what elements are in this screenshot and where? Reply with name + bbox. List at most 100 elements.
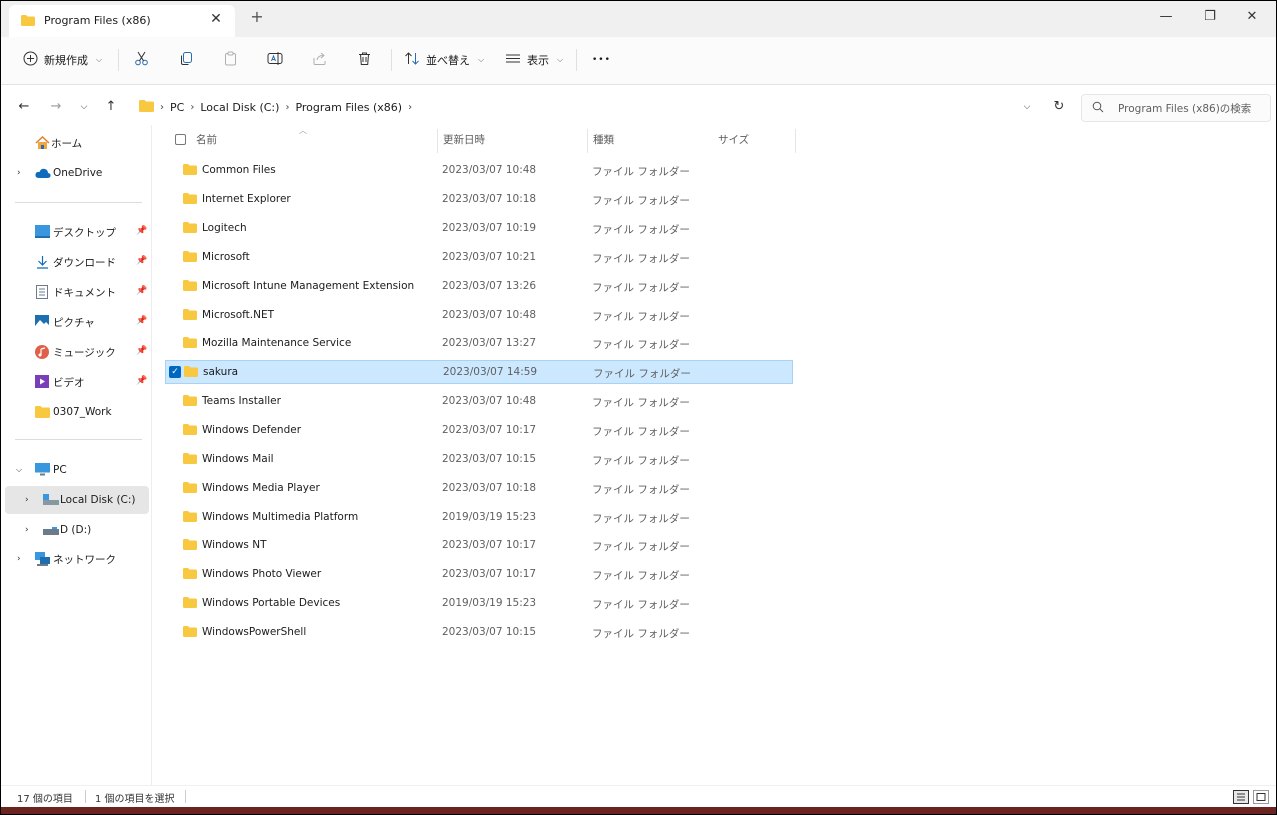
toolbar-divider	[118, 49, 119, 71]
sidebar-item-local-disk[interactable]: › Local Disk (C:)	[5, 486, 149, 514]
column-divider[interactable]	[437, 129, 438, 153]
view-button[interactable]: 表示 ⌵	[505, 47, 563, 73]
sidebar-item-music[interactable]: ミュージック 📌	[5, 338, 149, 366]
close-button[interactable]: ✕	[1230, 5, 1274, 29]
forward-button[interactable]: →	[46, 97, 66, 117]
column-header-label: 更新日時	[443, 133, 485, 146]
tab-program-files[interactable]: Program Files (x86) ✕	[9, 5, 235, 37]
column-header-name[interactable]: 名前	[196, 125, 217, 153]
sidebar-item-desktop[interactable]: デスクトップ 📌	[5, 218, 149, 246]
table-row[interactable]: Windows Multimedia Platform 2019/03/19 1…	[165, 506, 793, 530]
chevron-right-icon[interactable]: ›	[190, 102, 194, 113]
column-header-date[interactable]: 更新日時	[443, 125, 485, 153]
pin-icon[interactable]: 📌	[136, 346, 147, 356]
table-row[interactable]: Windows Media Player 2023/03/07 10:18 ファ…	[165, 477, 793, 501]
file-type: ファイル フォルダー	[592, 541, 690, 553]
column-header-size[interactable]: サイズ	[718, 125, 749, 153]
new-button[interactable]: 新規作成 ⌵	[23, 47, 102, 73]
address-dropdown-button[interactable]: ⌵	[1017, 97, 1037, 117]
chevron-down-icon[interactable]: ⌵	[16, 465, 22, 475]
table-row[interactable]: Mozilla Maintenance Service 2023/03/07 1…	[165, 332, 793, 356]
sidebar-item-onedrive[interactable]: › OneDrive	[5, 159, 149, 187]
table-row[interactable]: Common Files 2023/03/07 10:48 ファイル フォルダー	[165, 159, 793, 183]
table-row-selected[interactable]: ✓ sakura 2023/03/07 14:59 ファイル フォルダー	[165, 360, 793, 384]
rename-button[interactable]	[267, 47, 283, 73]
address-bar-row: ← → ⌵ ↑ › PC › Local Disk (C:) › Program…	[1, 89, 1276, 125]
chevron-right-icon[interactable]: ›	[408, 102, 412, 113]
folder-icon	[183, 626, 197, 640]
sidebar-item-documents[interactable]: ドキュメント 📌	[5, 278, 149, 306]
table-row[interactable]: Windows Portable Devices 2019/03/19 15:2…	[165, 592, 793, 616]
table-row[interactable]: Microsoft.NET 2023/03/07 10:48 ファイル フォルダ…	[165, 304, 793, 328]
checkbox-checked-icon[interactable]: ✓	[169, 366, 181, 378]
file-name: Teams Installer	[202, 395, 281, 407]
sidebar-item-0307-work[interactable]: 0307_Work	[5, 398, 149, 426]
column-divider[interactable]	[587, 129, 588, 153]
table-row[interactable]: Microsoft 2023/03/07 10:21 ファイル フォルダー	[165, 246, 793, 270]
file-date: 2019/03/19 15:23	[442, 511, 537, 523]
tiles-view-button[interactable]	[1253, 790, 1269, 804]
table-row[interactable]: Teams Installer 2023/03/07 10:48 ファイル フォ…	[165, 390, 793, 414]
table-row[interactable]: Windows NT 2023/03/07 10:17 ファイル フォルダー	[165, 534, 793, 558]
file-type: ファイル フォルダー	[592, 224, 690, 236]
sidebar-item-downloads[interactable]: ダウンロード 📌	[5, 248, 149, 276]
sidebar-item-d-drive[interactable]: › D (D:)	[5, 516, 149, 544]
search-box[interactable]: Program Files (x86)の検索	[1081, 94, 1271, 122]
search-input[interactable]: Program Files (x86)の検索	[1118, 101, 1251, 116]
sidebar-item-videos[interactable]: ビデオ 📌	[5, 368, 149, 396]
paste-button[interactable]	[223, 47, 238, 73]
table-row[interactable]: Windows Defender 2023/03/07 10:17 ファイル フ…	[165, 419, 793, 443]
delete-button[interactable]	[357, 47, 372, 73]
sort-ascending-icon: ︿	[299, 126, 307, 135]
recent-locations-button[interactable]: ⌵	[74, 97, 94, 117]
chevron-right-icon[interactable]: ›	[285, 102, 289, 113]
share-button[interactable]	[312, 47, 327, 73]
breadcrumb-local-disk[interactable]: Local Disk (C:)	[200, 101, 279, 114]
breadcrumb-program-files[interactable]: Program Files (x86)	[295, 101, 402, 114]
table-row[interactable]: Windows Photo Viewer 2023/03/07 10:17 ファ…	[165, 563, 793, 587]
restore-button[interactable]: ❐	[1188, 5, 1232, 29]
chevron-right-icon[interactable]: ›	[17, 554, 21, 564]
folder-icon	[183, 164, 197, 178]
more-icon: •••	[592, 55, 611, 65]
pin-icon[interactable]: 📌	[136, 376, 147, 386]
chevron-right-icon[interactable]: ›	[25, 495, 29, 505]
back-button[interactable]: ←	[14, 97, 34, 117]
select-all-checkbox[interactable]	[175, 134, 186, 145]
table-row[interactable]: WindowsPowerShell 2023/03/07 10:15 ファイル …	[165, 621, 793, 645]
refresh-button[interactable]: ↻	[1049, 97, 1069, 117]
sort-button[interactable]: 並べ替え ⌵	[404, 47, 484, 73]
table-row[interactable]: Microsoft Intune Management Extension 20…	[165, 275, 793, 299]
drive-icon	[43, 526, 59, 538]
sidebar-item-home[interactable]: ホーム	[5, 129, 149, 157]
file-name: Windows Media Player	[202, 482, 320, 494]
sidebar-item-pictures[interactable]: ピクチャ 📌	[5, 308, 149, 336]
column-divider[interactable]	[795, 129, 796, 153]
file-date: 2023/03/07 10:18	[442, 482, 537, 494]
file-date: 2019/03/19 15:23	[442, 597, 537, 609]
up-button[interactable]: ↑	[101, 97, 121, 117]
pin-icon[interactable]: 📌	[136, 286, 147, 296]
pin-icon[interactable]: 📌	[136, 226, 147, 236]
chevron-right-icon[interactable]: ›	[17, 168, 21, 178]
pin-icon[interactable]: 📌	[136, 256, 147, 266]
sidebar-item-network[interactable]: › ネットワーク	[5, 545, 149, 573]
column-header-type[interactable]: 種類	[593, 125, 614, 153]
more-options-button[interactable]: •••	[592, 47, 611, 73]
file-type: ファイル フォルダー	[592, 484, 690, 496]
new-tab-button[interactable]: +	[248, 8, 266, 26]
table-row[interactable]: Internet Explorer 2023/03/07 10:18 ファイル …	[165, 188, 793, 212]
chevron-right-icon[interactable]: ›	[25, 525, 29, 535]
table-row[interactable]: Logitech 2023/03/07 10:19 ファイル フォルダー	[165, 217, 793, 241]
tab-close-icon[interactable]: ✕	[207, 10, 225, 28]
minimize-button[interactable]: —	[1144, 5, 1188, 29]
table-row[interactable]: Windows Mail 2023/03/07 10:15 ファイル フォルダー	[165, 448, 793, 472]
folder-icon	[21, 15, 35, 29]
details-view-button[interactable]	[1233, 790, 1249, 804]
pin-icon[interactable]: 📌	[136, 316, 147, 326]
cut-button[interactable]	[134, 47, 149, 73]
file-type: ファイル フォルダー	[592, 599, 690, 611]
sidebar-item-pc[interactable]: ⌵ PC	[5, 456, 149, 484]
copy-button[interactable]	[179, 47, 194, 73]
breadcrumb-pc[interactable]: PC	[170, 101, 184, 114]
